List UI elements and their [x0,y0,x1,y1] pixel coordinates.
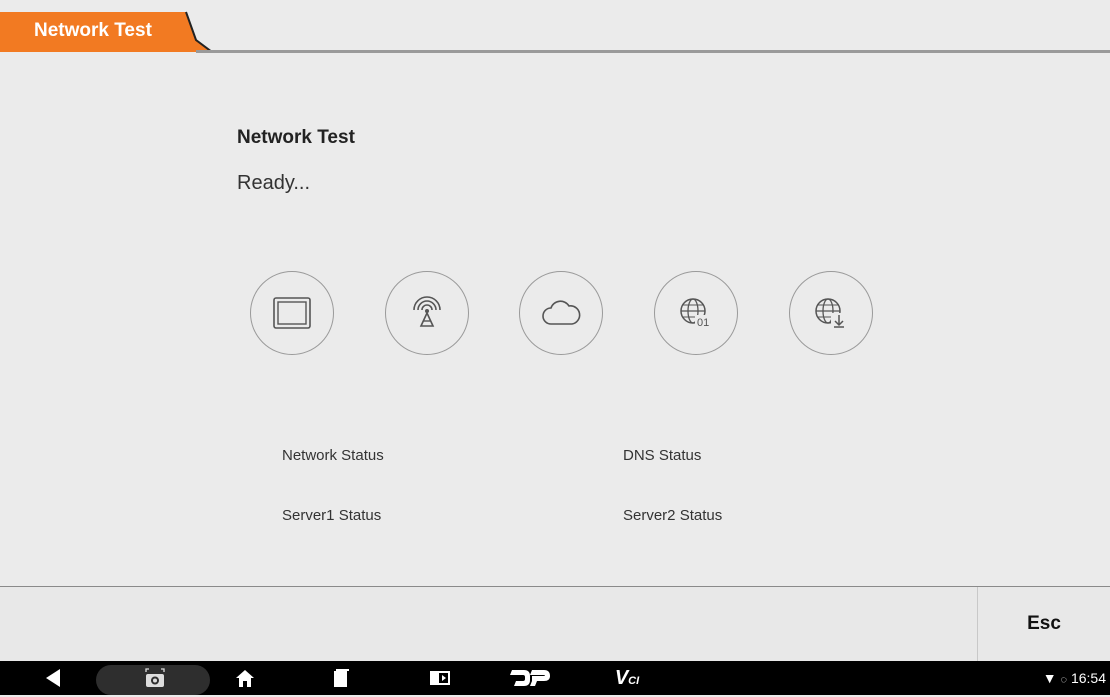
signal-icon: ◌ [1060,674,1068,686]
dp-logo-icon[interactable] [508,661,552,695]
dns-status-label: DNS Status [623,447,702,464]
clock-time: 16:54 [1070,670,1106,686]
main-panel: Network Test Ready... 01 Network Status … [0,53,1110,586]
status-area: ▼ ◌ 16:54 [1043,661,1106,695]
signal-tower-icon [385,271,469,355]
server2-status-label: Server2 Status [623,507,723,524]
server1-status-label: Server1 Status [282,507,382,524]
vci-icon[interactable]: VCI [607,661,647,695]
esc-button[interactable]: Esc [977,587,1110,661]
tab-network-test[interactable]: Network Test [0,0,212,52]
top-tab-bar: Network Test [0,0,1110,53]
cloud-icon [519,271,603,355]
bottom-action-bar: Esc [0,586,1110,661]
recent-apps-icon[interactable] [326,661,356,695]
device-screen-icon [250,271,334,355]
globe-data-icon: 01 [654,271,738,355]
system-nav-bar: VCI ▼ ◌ 16:54 [0,661,1110,695]
home-icon[interactable] [230,661,260,695]
remote-vci-icon[interactable] [425,661,455,695]
page-title: Network Test [237,127,355,148]
globe-download-icon [789,271,873,355]
camera-icon [140,661,170,695]
status-text: Ready... [237,172,310,194]
back-icon[interactable] [38,661,68,695]
wifi-icon: ▼ [1042,670,1057,686]
svg-text:01: 01 [697,317,709,329]
network-status-label: Network Status [282,447,384,464]
